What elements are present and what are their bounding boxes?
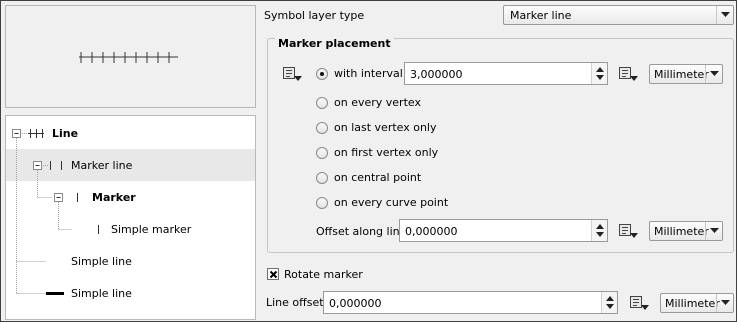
tree-expand-icon [12, 129, 21, 138]
rotate-marker-label: Rotate marker [284, 268, 363, 281]
symbol-layer-type-combo[interactable]: Marker line [503, 5, 734, 25]
spin-down-icon [606, 304, 614, 309]
spin-up-icon [606, 296, 614, 301]
radio-on-every-vertex[interactable] [316, 97, 328, 109]
line-offset-label: Line offset [266, 296, 324, 309]
interval-spinbox[interactable]: 3,000000 [404, 62, 608, 85]
spin-buttons[interactable] [591, 63, 607, 84]
radio-label: on first vertex only [334, 146, 439, 159]
spin-up-icon [596, 224, 604, 229]
radio-label: on every curve point [334, 196, 449, 209]
chevron-down-icon [705, 65, 722, 83]
interval-unit-combo[interactable]: Millimeter [649, 64, 723, 84]
spin-buttons[interactable] [591, 220, 607, 241]
radio-label: on every vertex [334, 96, 421, 109]
chevron-down-icon [716, 6, 733, 24]
data-defined-override-icon[interactable] [628, 293, 652, 313]
spin-down-icon [596, 75, 604, 80]
radio-on-last-vertex-only[interactable] [316, 122, 328, 134]
radio-label: on central point [334, 171, 422, 184]
radio-on-central-point[interactable] [316, 172, 328, 184]
offset-along-line-spinbox[interactable]: 0,000000 [399, 219, 608, 242]
offset-unit-value: Millimeter [654, 225, 709, 238]
line-offset-unit-value: Millimeter [665, 297, 720, 310]
chevron-down-icon [716, 294, 733, 312]
tree-expand-icon [33, 161, 42, 170]
symbol-layer-type-label: Symbol layer type [264, 9, 365, 22]
interval-value: 3,000000 [410, 68, 463, 81]
radio-label: on last vertex only [334, 121, 437, 134]
check-icon [269, 270, 278, 279]
spin-up-icon [596, 67, 604, 72]
radio-on-first-vertex-only[interactable] [316, 147, 328, 159]
line-offset-value: 0,000000 [329, 297, 382, 310]
interval-unit-value: Millimeter [654, 68, 709, 81]
line-offset-spinbox[interactable]: 0,000000 [323, 291, 618, 314]
radio-with-interval[interactable] [316, 68, 328, 80]
marker-line-preview [79, 52, 178, 63]
symbol-preview [5, 5, 256, 108]
symbol-properties-panel: Line Marker line Marker Simple marker Si… [0, 0, 737, 322]
radio-on-every-curve-point[interactable] [316, 197, 328, 209]
spin-buttons[interactable] [601, 292, 617, 313]
offset-along-line-label: Offset along line [316, 225, 407, 238]
offset-along-line-value: 0,000000 [405, 225, 458, 238]
data-defined-override-icon[interactable] [281, 64, 305, 84]
marker-line-icon [50, 161, 62, 170]
marker-placement-title: Marker placement [275, 37, 394, 50]
data-defined-override-icon[interactable] [617, 221, 641, 241]
symbol-layer-type-value: Marker line [510, 9, 572, 22]
symbol-layer-tree[interactable]: Line Marker line Marker Simple marker Si… [5, 115, 256, 320]
tree-expand-icon [54, 193, 63, 202]
marker-line-icon [28, 129, 44, 138]
spin-down-icon [596, 232, 604, 237]
line-offset-unit-combo[interactable]: Millimeter [660, 293, 734, 313]
tree-branch-lines [16, 133, 72, 294]
rotate-marker-checkbox[interactable] [267, 268, 279, 280]
chevron-down-icon [705, 222, 722, 240]
data-defined-override-icon[interactable] [617, 64, 641, 84]
radio-label: with interval [334, 67, 403, 80]
offset-unit-combo[interactable]: Millimeter [649, 221, 723, 241]
